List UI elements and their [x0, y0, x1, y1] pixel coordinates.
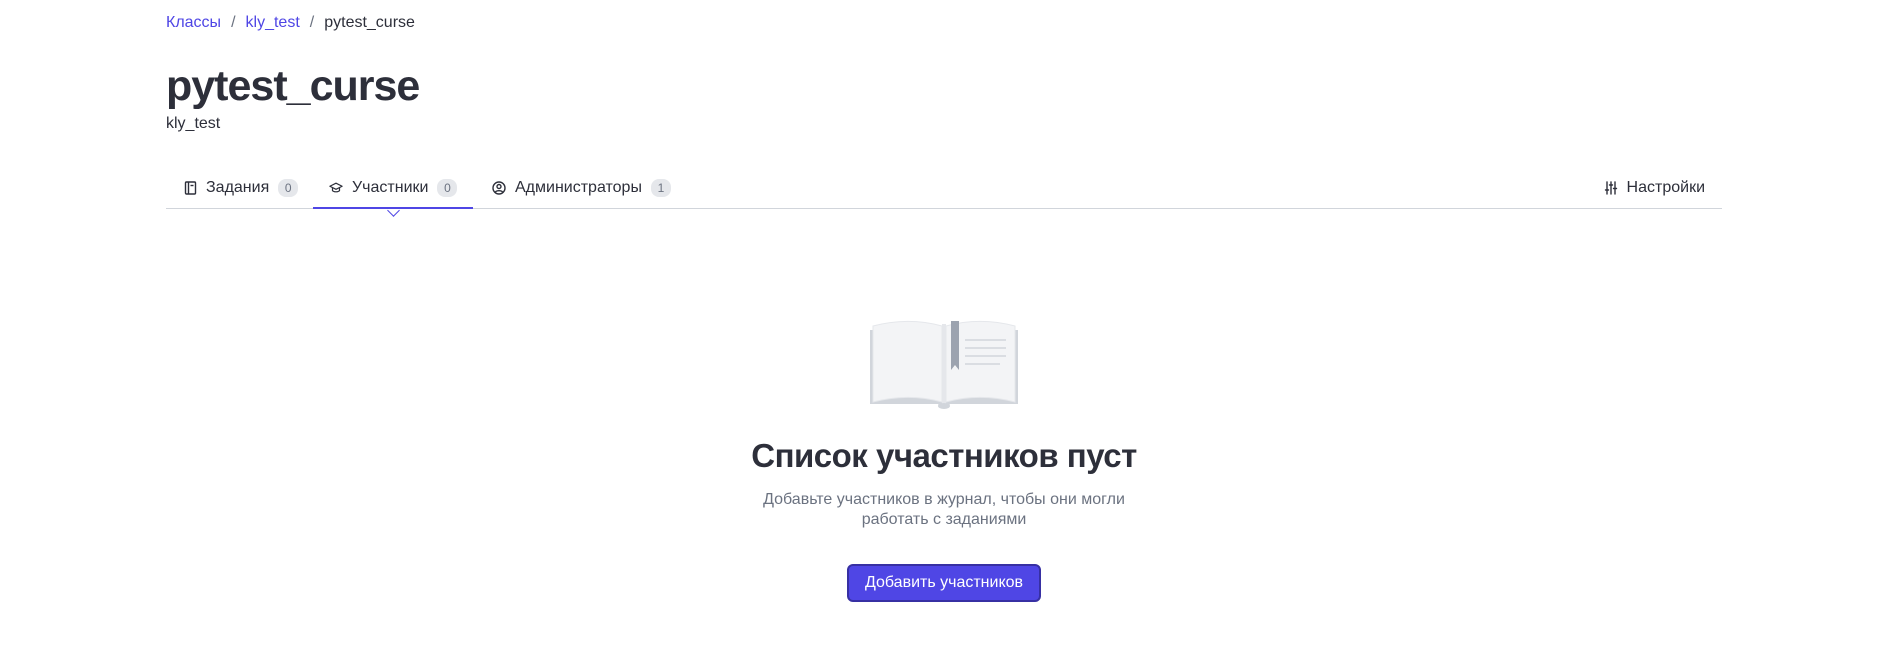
breadcrumb: Классы / kly_test / pytest_curse [166, 14, 415, 32]
tab-label: Задания [206, 179, 270, 196]
tab-count-badge: 1 [650, 179, 671, 197]
book-icon [183, 181, 197, 195]
page-title: pytest_curse [166, 62, 420, 110]
tab-label: Администраторы [515, 179, 642, 196]
empty-state: Список участников пуст Добавьте участник… [0, 318, 1888, 602]
settings-button[interactable]: Настройки [1604, 168, 1705, 208]
tab-members[interactable]: Участники 0 [313, 168, 474, 217]
empty-state-title: Список участников пуст [751, 437, 1137, 474]
tab-count-badge: 0 [437, 179, 458, 197]
breadcrumb-link-class[interactable]: kly_test [246, 14, 300, 32]
breadcrumb-separator: / [231, 14, 236, 31]
tab-label: Участники [352, 179, 429, 196]
settings-label: Настройки [1626, 179, 1705, 196]
tab-bar: Задания 0 Участники 0 Администраторы 1 Н… [166, 168, 1722, 217]
graduation-cap-icon [329, 181, 343, 195]
tab-tasks[interactable]: Задания 0 [166, 168, 315, 208]
tab-administrators[interactable]: Администраторы 1 [476, 168, 687, 208]
page: Классы / kly_test / pytest_curse pytest_… [0, 0, 1888, 665]
sliders-icon [1604, 181, 1618, 195]
tab-count-badge: 0 [278, 179, 299, 197]
empty-state-text: Добавьте участников в журнал, чтобы они … [763, 491, 1125, 528]
breadcrumb-current: pytest_curse [324, 14, 415, 31]
page-subtitle: kly_test [166, 115, 221, 132]
open-book-illustration [870, 321, 1018, 409]
breadcrumb-link-classes[interactable]: Классы [166, 14, 221, 32]
add-members-button[interactable]: Добавить участников [846, 564, 1042, 602]
breadcrumb-separator: / [309, 14, 315, 31]
active-tab-caret [387, 204, 401, 217]
user-circle-icon [492, 181, 506, 195]
